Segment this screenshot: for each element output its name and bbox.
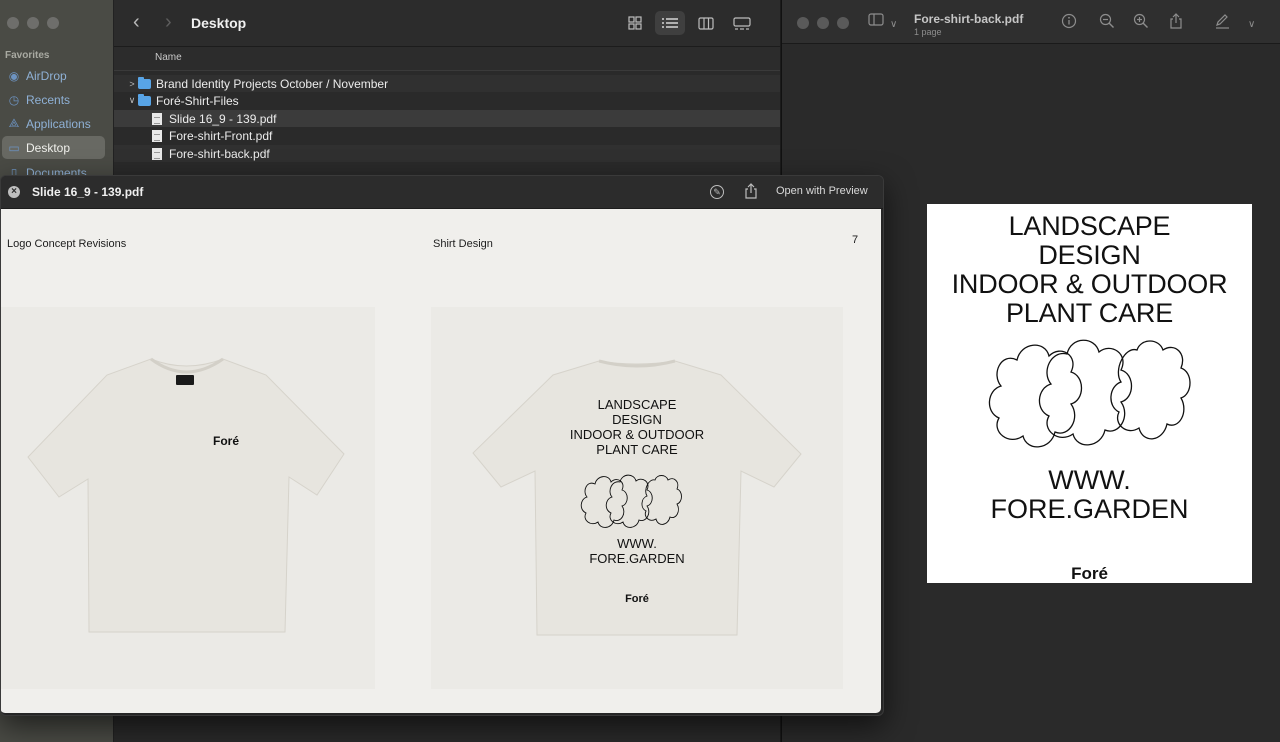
file-row[interactable]: Fore-shirt-back.pdf [114,145,780,162]
website-text: WWW. FORE.GARDEN [927,466,1252,524]
close-window-button[interactable] [7,17,19,29]
headline-line: INDOOR & OUTDOOR [951,269,1228,299]
sidebar-item-desktop[interactable]: ▭ Desktop [2,136,105,159]
pdf-page: LANDSCAPE DESIGN INDOOR & OUTDOOR PLANT … [927,204,1252,583]
sidebar-item-label: Recents [26,92,71,107]
website-line: WWW. [617,536,657,551]
quicklook-window: × Slide 16_9 - 139.pdf ✎ Open with Previ… [0,175,884,716]
headline-line: INDOOR & OUTDOOR [569,427,705,442]
tshirt-back-graphic [472,359,802,636]
shirt-back-image: LANDSCAPE DESIGN INDOOR & OUTDOOR PLANT … [431,307,843,689]
back-brand-wordmark: Foré [625,593,649,605]
name-column-header[interactable]: Name [114,47,780,71]
sidebar-item-recents[interactable]: ◷ Recents [2,88,105,111]
applications-icon: ⟁ [8,116,20,130]
info-icon[interactable] [1061,13,1077,33]
file-name: Brand Identity Projects October / Novemb… [156,76,389,91]
gallery-icon [733,16,751,30]
chevron-right-icon[interactable]: > [126,79,138,89]
chevron-down-icon[interactable]: ∨ [126,95,138,106]
clock-icon: ◷ [8,92,20,107]
sidebar-item-airdrop[interactable]: ◉ AirDrop [2,64,105,87]
document-title: Fore-shirt-back.pdf [914,12,1024,26]
gallery-view-button[interactable] [727,11,757,35]
website-line: FORE.GARDEN [990,494,1189,524]
headline-line: PLANT CARE [1005,298,1174,328]
grid-icon [628,16,642,30]
back-website: WWW. FORE.GARDEN [431,536,843,566]
left-section-label: Logo Concept Revisions [7,238,127,250]
pdf-file-icon [152,147,162,160]
zoom-in-icon[interactable] [1133,13,1149,33]
file-name: Fore-shirt-back.pdf [169,146,270,161]
share-icon[interactable] [744,183,758,199]
file-row[interactable]: > Brand Identity Projects October / Nove… [114,75,780,92]
slide-page-number: 7 [852,234,859,246]
list-icon [662,18,678,28]
headline-line: DESIGN [1038,240,1141,270]
tshirt-front-graphic [27,357,345,633]
back-headline: LANDSCAPE DESIGN INDOOR & OUTDOOR PLANT … [431,397,843,457]
chevron-down-icon[interactable]: ∨ [890,17,897,33]
favorites-header: Favorites [5,50,50,61]
shirt-front-image: Foré [1,307,375,689]
sidebar-toggle-icon[interactable] [868,13,884,30]
window-controls [797,17,849,29]
file-name: Foré-Shirt-Files [156,93,239,108]
minimize-window-button[interactable] [817,17,829,29]
brand-wordmark: Foré [1071,564,1108,583]
right-section-label: Shirt Design [433,238,493,250]
zoom-window-button[interactable] [47,17,59,29]
page-count: 1 page [914,27,942,37]
neck-label [176,375,194,385]
forward-button[interactable]: › [165,12,172,32]
quicklook-title: Slide 16_9 - 139.pdf [32,185,144,199]
open-with-preview-button[interactable]: Open with Preview [776,185,868,197]
pdf-file-icon [152,129,162,142]
close-window-button[interactable] [797,17,809,29]
desktop-icon: ▭ [8,140,20,155]
share-icon[interactable] [1169,13,1183,33]
back-button[interactable]: ‹ [133,12,140,32]
window-controls [7,17,59,29]
markup-pen-icon[interactable] [1214,13,1230,33]
file-name: Slide 16_9 - 139.pdf [169,111,277,126]
chevron-down-icon[interactable]: ∨ [1248,17,1255,33]
quicklook-toolbar: × Slide 16_9 - 139.pdf ✎ Open with Previ… [1,176,883,209]
website-line: FORE.GARDEN [589,551,685,566]
file-row[interactable]: ∨ Foré-Shirt-Files [114,92,780,109]
close-icon[interactable]: × [8,186,20,198]
window-title: Desktop [191,15,247,31]
headline-line: PLANT CARE [596,442,678,457]
minimize-window-button[interactable] [27,17,39,29]
sidebar-item-label: Applications [26,116,91,131]
file-name: Fore-shirt-Front.pdf [169,128,273,143]
columns-icon [698,16,714,30]
flower-outline-graphic [988,339,1191,448]
headline-line: LANDSCAPE [597,397,677,412]
file-row[interactable]: Slide 16_9 - 139.pdf [114,110,780,127]
slide-page: Logo Concept Revisions Shirt Design 7 Fo… [1,209,881,713]
list-view-button[interactable] [655,11,685,35]
headline-line: DESIGN [612,412,662,427]
pdf-file-icon [152,112,162,125]
icon-view-button[interactable] [620,11,650,35]
zoom-out-icon[interactable] [1099,13,1115,33]
column-view-button[interactable] [691,11,721,35]
website-line: WWW. [1048,465,1131,495]
sidebar-item-label: Desktop [26,140,71,155]
headline-line: LANDSCAPE [1008,211,1171,241]
preview-toolbar: ∨ Fore-shirt-back.pdf 1 page ∨ [782,0,1280,44]
sidebar-item-applications[interactable]: ⟁ Applications [2,112,105,135]
airdrop-icon: ◉ [8,68,20,83]
folder-icon [138,76,151,89]
front-brand-wordmark: Foré [213,434,240,448]
file-row[interactable]: Fore-shirt-Front.pdf [114,127,780,144]
sidebar-item-label: AirDrop [26,68,67,83]
zoom-window-button[interactable] [837,17,849,29]
markup-icon[interactable]: ✎ [710,185,724,199]
folder-icon [138,93,151,106]
